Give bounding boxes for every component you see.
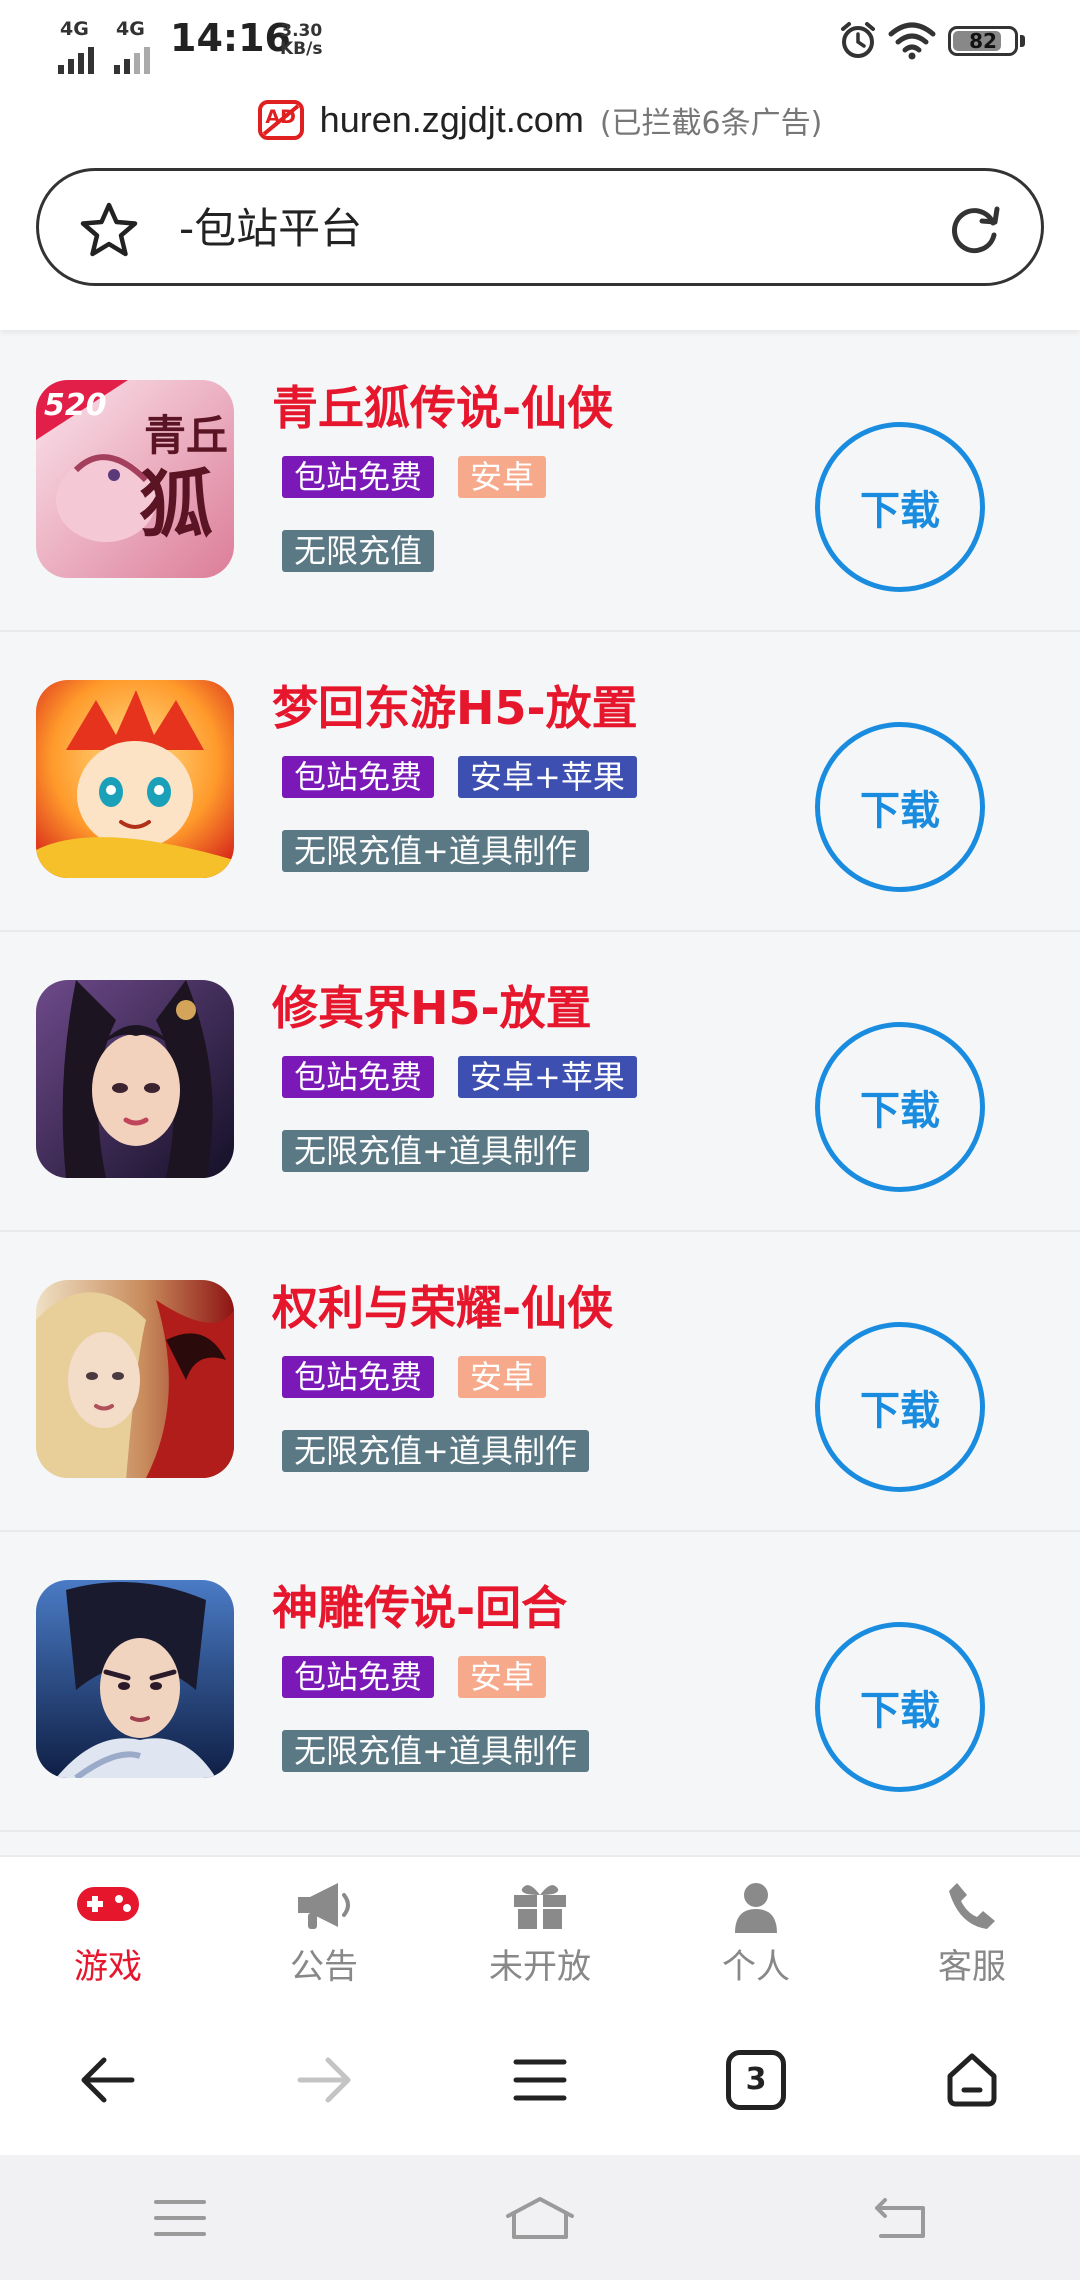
- list-top-edge: [0, 310, 1080, 330]
- tabs-button[interactable]: 3: [648, 2005, 864, 2155]
- back-button[interactable]: [0, 2005, 216, 2155]
- recent-apps-button[interactable]: [0, 2155, 360, 2280]
- download-button[interactable]: 下载: [815, 422, 985, 592]
- tag-platform: 安卓: [458, 1656, 547, 1698]
- system-back-icon: [875, 2197, 925, 2238]
- download-button[interactable]: 下载: [815, 1322, 985, 1492]
- network-type: 4G: [116, 18, 145, 40]
- forward-arrow-icon: [297, 2057, 351, 2103]
- game-icon[interactable]: [36, 1580, 234, 1778]
- game-title[interactable]: 梦回东游H5-放置: [272, 672, 638, 738]
- system-back-button[interactable]: [720, 2155, 1080, 2280]
- tab-not-open[interactable]: 未开放: [432, 1857, 648, 2005]
- alarm-icon: [841, 22, 875, 58]
- tab-label: 游戏: [74, 1947, 142, 1987]
- tag-free-hosting: 包站免费: [282, 456, 435, 498]
- game-title[interactable]: 青丘狐传说-仙侠: [272, 372, 613, 438]
- battery-icon: 82: [948, 26, 1018, 56]
- network-type: 4G: [60, 18, 89, 40]
- tab-customer-service[interactable]: 客服: [864, 1857, 1080, 2005]
- tag-free-hosting: 包站免费: [282, 756, 435, 798]
- tag-platform: 安卓: [458, 1356, 547, 1398]
- home-icon: [947, 2053, 997, 2107]
- address-text[interactable]: -包站平台: [179, 201, 362, 257]
- svg-text:青丘: 青丘: [144, 411, 228, 460]
- browser-toolbar: 3: [0, 2005, 1080, 2155]
- speed-unit: KB/s: [280, 39, 323, 59]
- tag-platform: 安卓: [458, 456, 547, 498]
- network-speed: 3.30 KB/s: [280, 22, 322, 58]
- game-item[interactable]: 修真界H5-放置 包站免费 安卓+苹果 无限充值+道具制作 下载: [0, 932, 1080, 1232]
- tag-perks: 无限充值+道具制作: [282, 1430, 589, 1472]
- svg-text:狐: 狐: [139, 462, 213, 548]
- game-list-page: 青丘 狐 520 青丘狐传说-仙侠 包站免费 安卓 无限充值 下载 梦回东游H5…: [0, 310, 1080, 1855]
- game-item[interactable]: 神雕传说-回合 包站免费 安卓 无限充值+道具制作 下载: [0, 1532, 1080, 1832]
- tab-label: 个人: [722, 1947, 790, 1987]
- person-icon: [735, 1883, 777, 1933]
- back-arrow-icon: [81, 2057, 135, 2103]
- game-item[interactable]: 梦回东游H5-放置 包站免费 安卓+苹果 无限充值+道具制作 下载: [0, 632, 1080, 932]
- tab-announcements[interactable]: 公告: [216, 1857, 432, 2005]
- ads-blocked-note: (已拦截6条广告): [599, 106, 823, 141]
- download-button[interactable]: 下载: [815, 722, 985, 892]
- game-title[interactable]: 修真界H5-放置: [272, 972, 592, 1038]
- icon-number-text: 520: [44, 388, 107, 423]
- tag-platform: 安卓+苹果: [458, 756, 637, 798]
- megaphone-icon: [298, 1883, 350, 1929]
- menu-icon: [513, 2059, 567, 2101]
- refresh-icon[interactable]: [947, 201, 1003, 257]
- download-button[interactable]: 下载: [815, 1622, 985, 1792]
- browser-home-button[interactable]: [864, 2005, 1080, 2155]
- game-icon[interactable]: 青丘 狐 520: [36, 380, 234, 578]
- tag-free-hosting: 包站免费: [282, 1656, 435, 1698]
- tab-count: 3: [726, 2050, 786, 2110]
- tab-label: 客服: [938, 1947, 1006, 1987]
- system-home-button[interactable]: [360, 2155, 720, 2280]
- url-line[interactable]: AD huren.zgjdjt.com (已拦截6条广告): [0, 88, 1080, 152]
- page-domain: huren.zgjdjt.com: [319, 99, 584, 140]
- tag-perks: 无限充值+道具制作: [282, 830, 589, 872]
- system-navigation-bar: [0, 2155, 1080, 2280]
- phone-icon: [949, 1883, 995, 1929]
- tab-profile[interactable]: 个人: [648, 1857, 864, 2005]
- download-button[interactable]: 下载: [815, 1022, 985, 1192]
- tab-label: 未开放: [489, 1947, 591, 1987]
- battery-tip: [1020, 35, 1025, 47]
- game-title[interactable]: 权利与荣耀-仙侠: [272, 1272, 613, 1338]
- game-title[interactable]: 神雕传说-回合: [272, 1572, 567, 1638]
- address-bar[interactable]: -包站平台: [36, 168, 1044, 286]
- game-list: 青丘 狐 520 青丘狐传说-仙侠 包站免费 安卓 无限充值 下载 梦回东游H5…: [0, 332, 1080, 1832]
- speed-value: 3.30: [280, 21, 323, 41]
- game-icon[interactable]: [36, 980, 234, 1178]
- game-item[interactable]: 权利与荣耀-仙侠 包站免费 安卓 无限充值+道具制作 下载: [0, 1232, 1080, 1532]
- game-item[interactable]: 青丘 狐 520 青丘狐传说-仙侠 包站免费 安卓 无限充值 下载: [0, 332, 1080, 632]
- tag-free-hosting: 包站免费: [282, 1356, 435, 1398]
- recent-apps-icon: [154, 2199, 206, 2236]
- gamepad-icon: [77, 1887, 139, 1921]
- tab-games[interactable]: 游戏: [0, 1857, 216, 2005]
- tag-perks: 无限充值: [282, 530, 435, 572]
- battery-percent: 82: [969, 29, 997, 53]
- star-icon[interactable]: [79, 201, 139, 259]
- ad-block-icon: AD: [257, 100, 304, 140]
- gift-icon: [514, 1885, 566, 1929]
- tag-free-hosting: 包站免费: [282, 1056, 435, 1098]
- ad-badge-text: AD: [265, 106, 296, 128]
- tag-perks: 无限充值+道具制作: [282, 1130, 589, 1172]
- tag-perks: 无限充值+道具制作: [282, 1730, 589, 1772]
- game-icon[interactable]: [36, 680, 234, 878]
- status-bar: 4G 4G 14:16 3.30 KB/s 82: [0, 0, 1080, 82]
- system-home-icon: [506, 2196, 574, 2239]
- status-time: 14:16: [170, 16, 291, 60]
- tag-platform: 安卓+苹果: [458, 1056, 637, 1098]
- app-tab-bar: 游戏 公告 未开放 个人 客服: [0, 1855, 1080, 2005]
- forward-button[interactable]: [216, 2005, 432, 2155]
- tab-label: 公告: [290, 1947, 358, 1987]
- game-icon[interactable]: [36, 1280, 234, 1478]
- menu-button[interactable]: [432, 2005, 648, 2155]
- wifi-icon: [888, 22, 936, 60]
